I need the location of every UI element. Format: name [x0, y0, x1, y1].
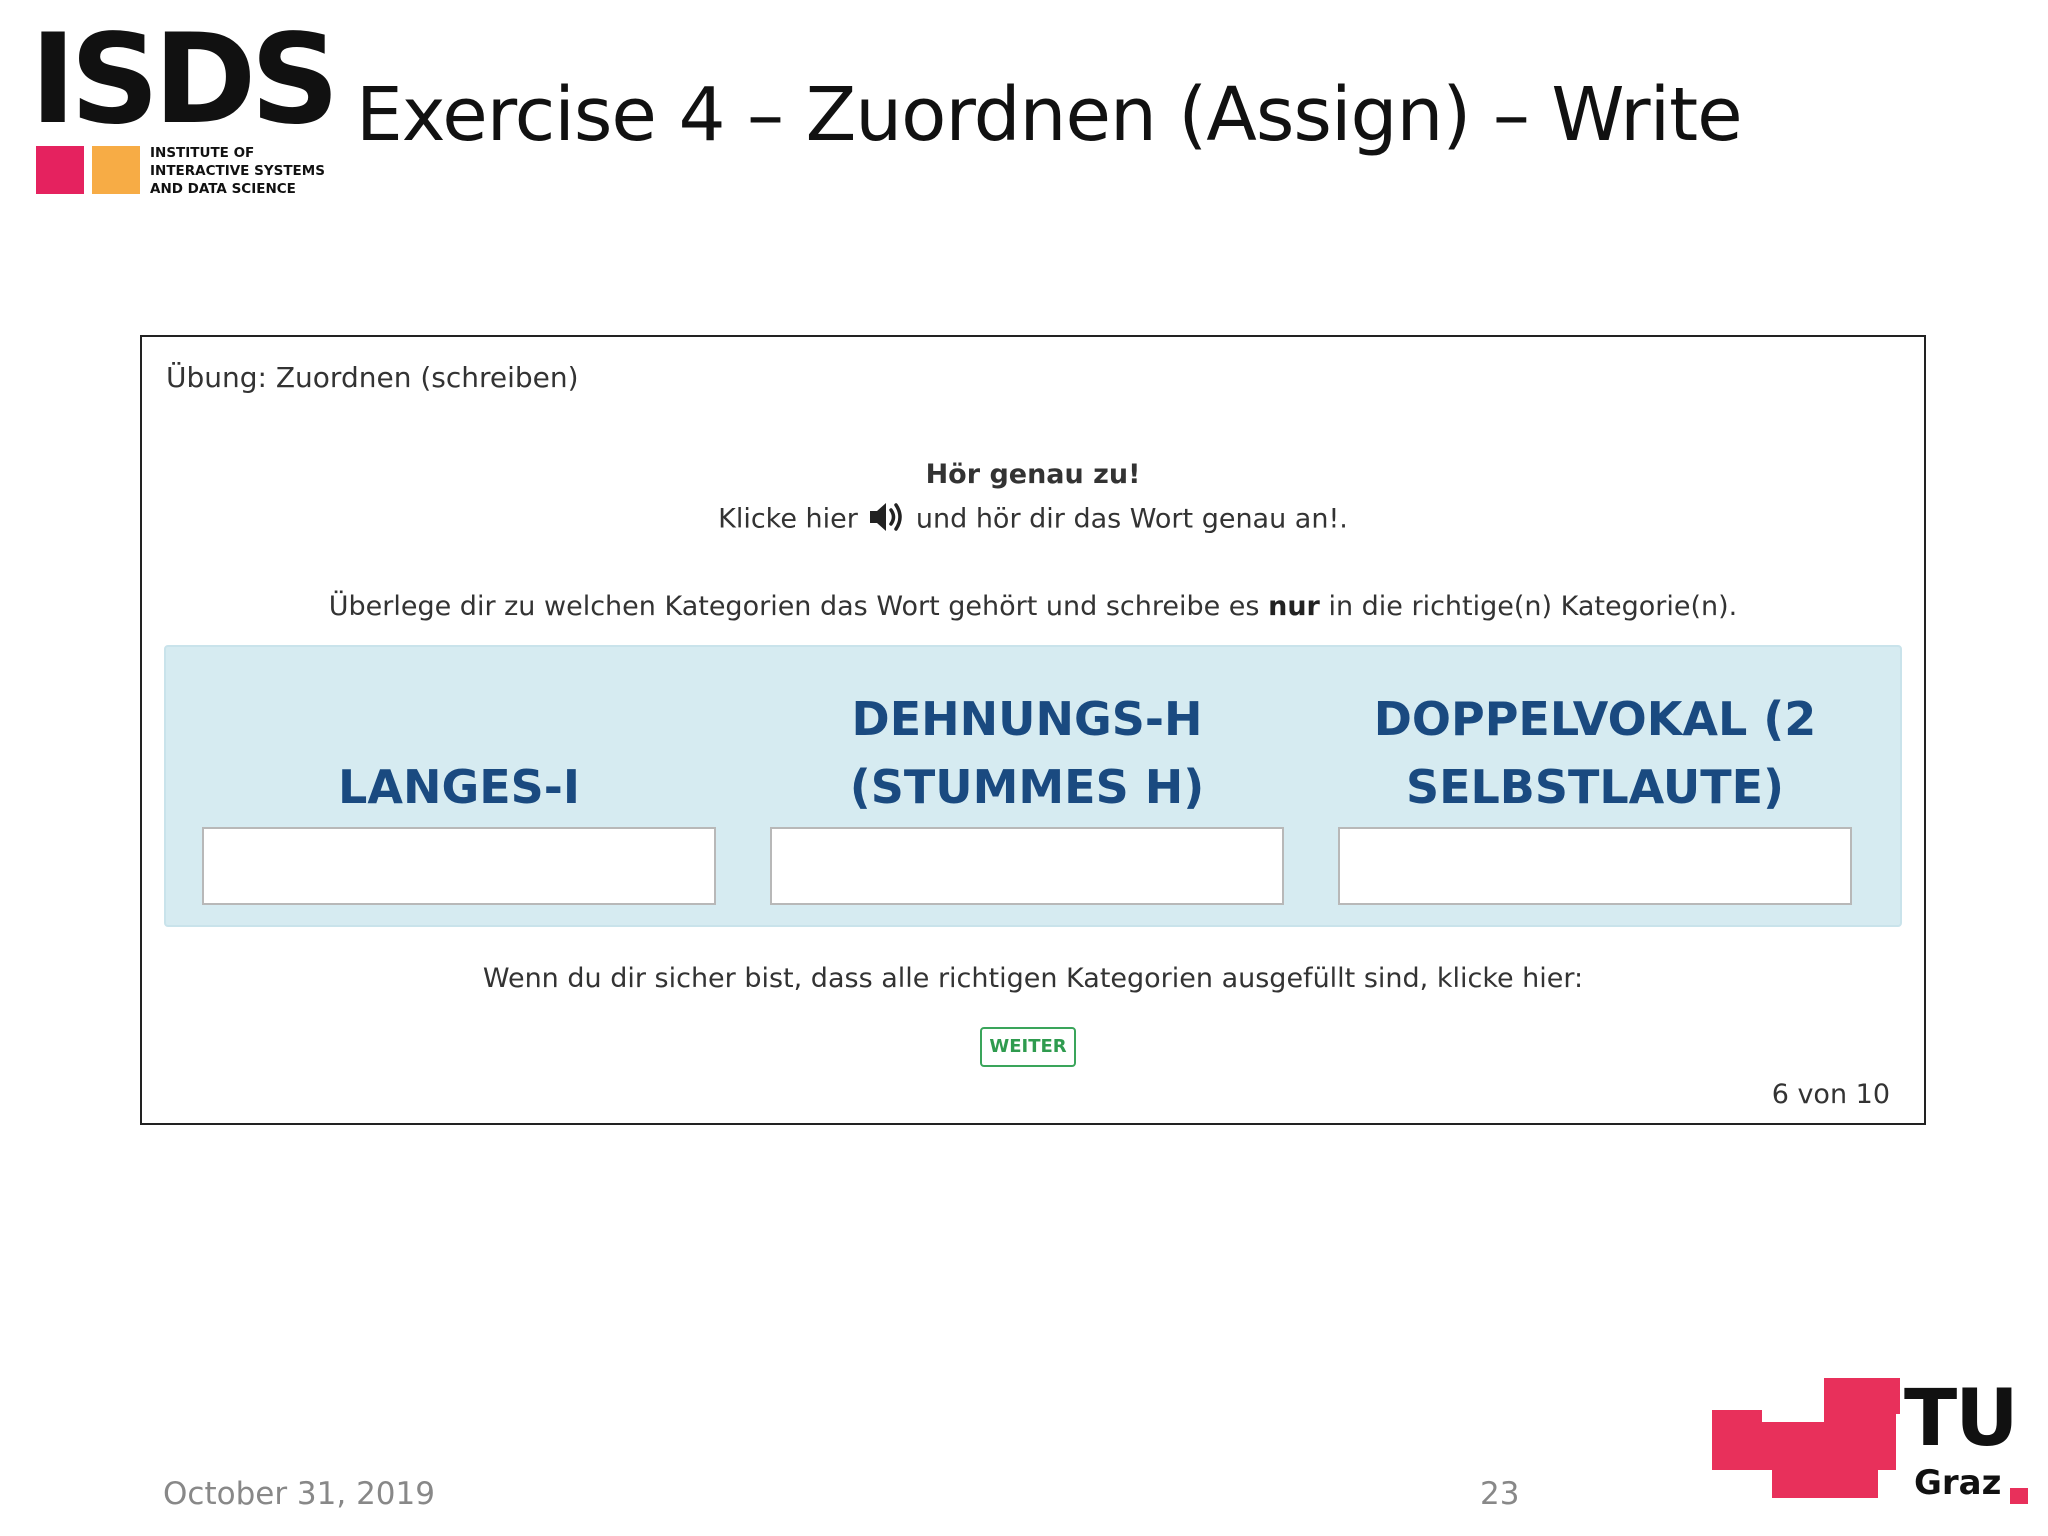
instruction-text-before: Überlege dir zu welchen Kategorien das W…: [328, 591, 1260, 622]
footer-page-number: 23: [1480, 1476, 1520, 1512]
instruction-emphasis: nur: [1268, 591, 1320, 622]
listen-heading: Hör genau zu!: [925, 459, 1141, 490]
category-label-langes-i: LANGES-I: [338, 760, 580, 814]
category-column-doppelvokal: DOPPELVOKAL (2 SELBSTLAUTE): [1338, 647, 1852, 927]
category-column-dehnungs-h: DEHNUNGS-H (STUMMES H): [770, 647, 1284, 927]
isds-logo-square-orange: [92, 146, 140, 194]
instruction-text-after: in die richtige(n) Kategorie(n).: [1328, 591, 1738, 622]
exercise-frame: Übung: Zuordnen (schreiben) Hör genau zu…: [140, 335, 1926, 1125]
isds-subtitle-line-3: AND DATA SCIENCE: [150, 181, 296, 197]
isds-subtitle-line-1: INSTITUTE OF: [150, 145, 255, 161]
tu-graz-logo-tu: TU: [1904, 1374, 2019, 1464]
isds-logo-subtitle: INSTITUTE OF INTERACTIVE SYSTEMS AND DAT…: [150, 144, 325, 198]
weiter-button[interactable]: WEITER: [980, 1027, 1076, 1067]
isds-logo: ISDS INSTITUTE OF INTERACTIVE SYSTEMS AN…: [30, 18, 340, 198]
slide-title: Exercise 4 – Zuordnen (Assign) – Write: [356, 72, 1743, 158]
progress-counter: 6 von 10: [1771, 1079, 1890, 1110]
category-panel: LANGES-I DEHNUNGS-H (STUMMES H) DOPPELVO…: [164, 645, 1902, 927]
exercise-title: Übung: Zuordnen (schreiben): [166, 361, 579, 394]
category-column-langes-i: LANGES-I: [202, 647, 716, 927]
category-input-doppelvokal[interactable]: [1338, 827, 1852, 905]
confirm-text: Wenn du dir sicher bist, dass alle richt…: [482, 963, 1584, 994]
tu-graz-logo-graz: Graz: [1914, 1463, 2002, 1503]
isds-logo-square-red: [36, 146, 84, 194]
isds-wordmark: ISDS: [30, 8, 340, 152]
listen-instruction: Klicke hier und hör dir das Wort genau an…: [142, 503, 1924, 537]
speaker-icon[interactable]: [868, 500, 906, 534]
category-input-dehnungs-h[interactable]: [770, 827, 1284, 905]
category-instruction: Überlege dir zu welchen Kategorien das W…: [142, 591, 1924, 622]
listen-text-after: und hör dir das Wort genau an!.: [915, 503, 1348, 535]
tu-graz-logo: TU Graz: [1712, 1378, 2032, 1508]
category-label-doppelvokal: DOPPELVOKAL (2 SELBSTLAUTE): [1373, 692, 1817, 814]
listen-text-before: Klicke hier: [718, 503, 858, 535]
footer-date: October 31, 2019: [163, 1476, 435, 1512]
category-input-langes-i[interactable]: [202, 827, 716, 905]
category-label-dehnungs-h: DEHNUNGS-H (STUMMES H): [849, 692, 1205, 814]
isds-subtitle-line-2: INTERACTIVE SYSTEMS: [150, 163, 325, 179]
